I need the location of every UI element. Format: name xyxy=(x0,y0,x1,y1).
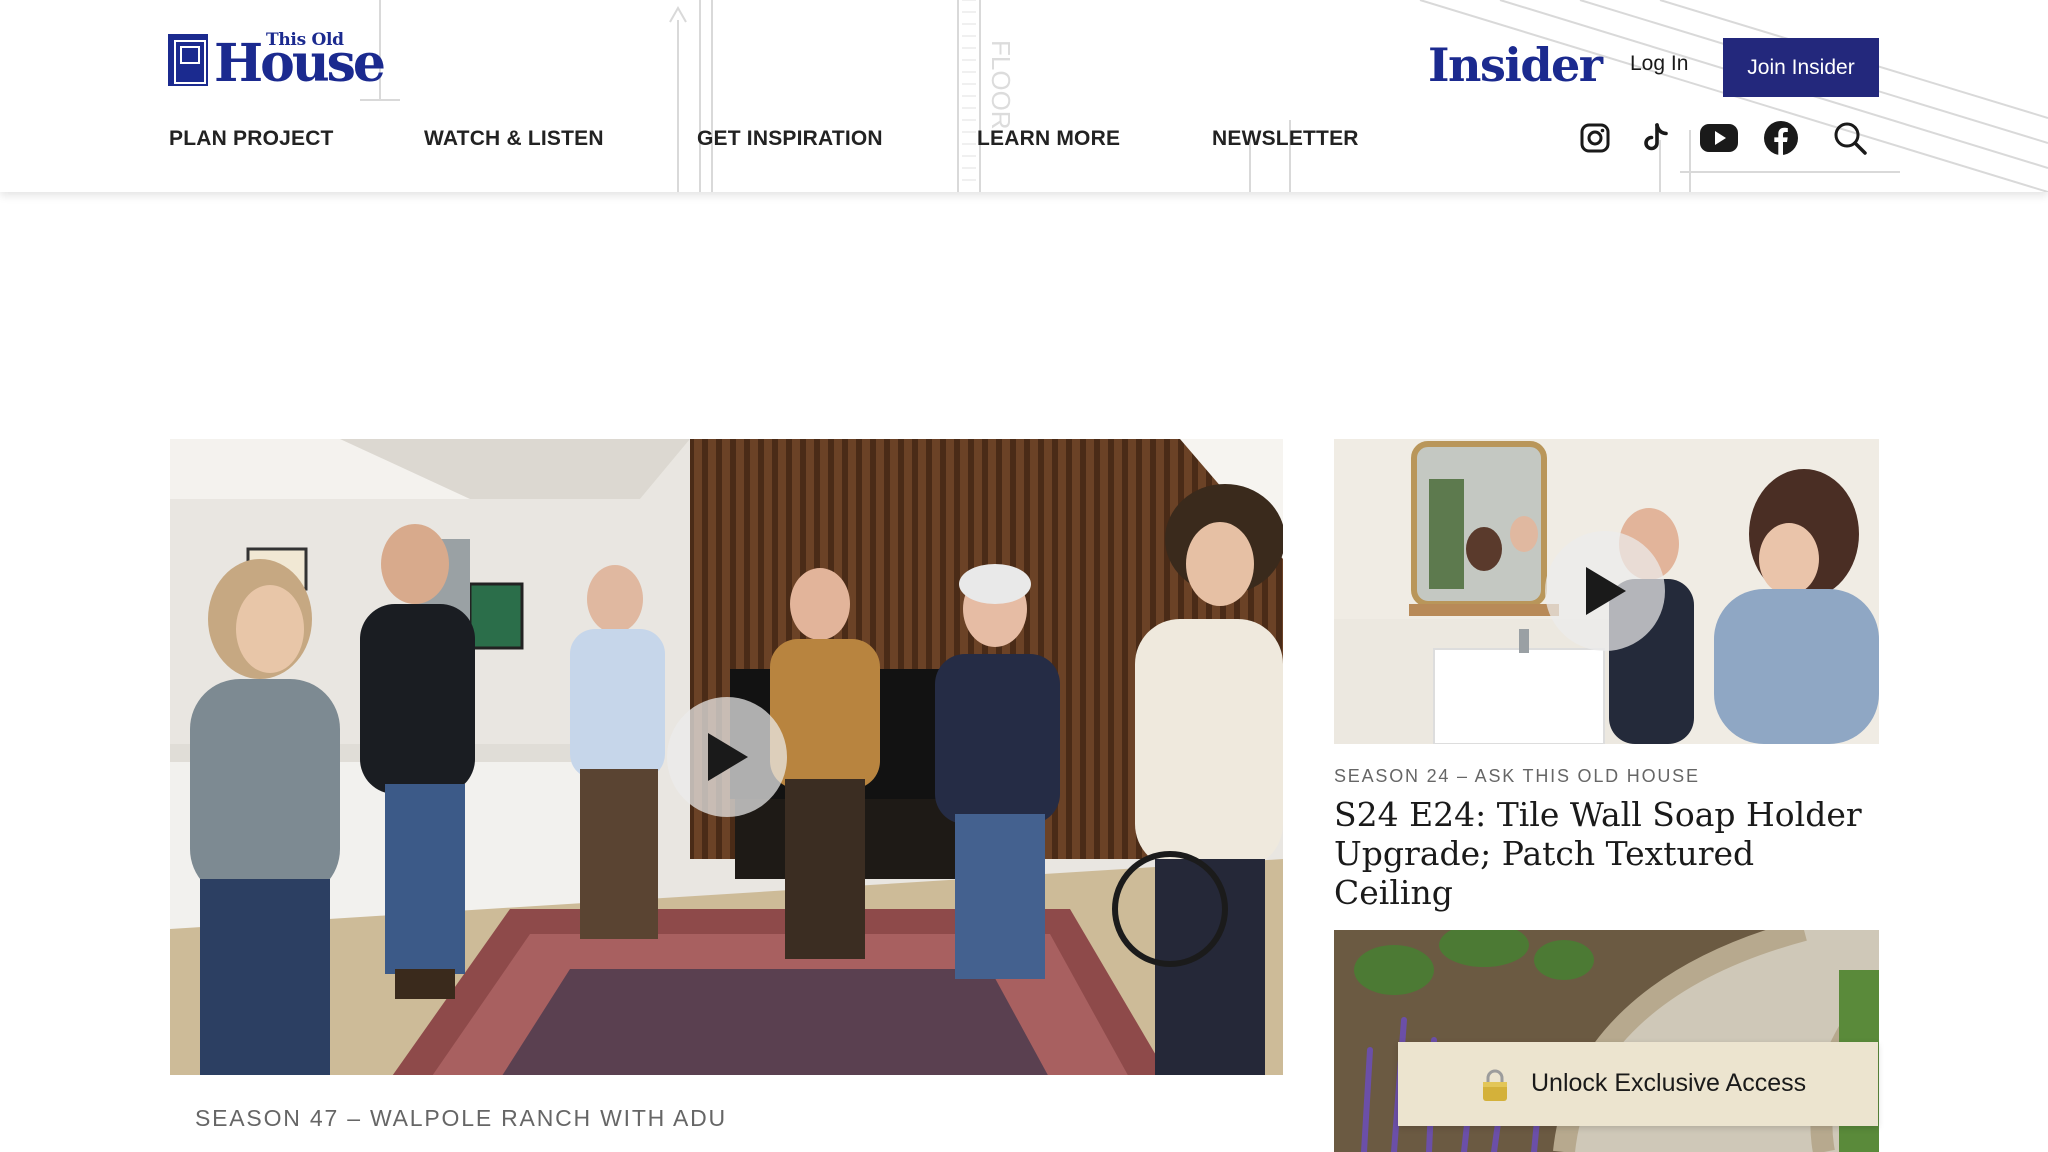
featured-play-button[interactable] xyxy=(667,697,787,817)
tiktok-icon[interactable] xyxy=(1637,118,1677,158)
nav-learn-more[interactable]: LEARN MORE xyxy=(977,127,1120,151)
featured-video-thumbnail[interactable] xyxy=(170,439,1283,1075)
side-video-thumbnail[interactable] xyxy=(1334,439,1879,744)
join-insider-button[interactable]: Join Insider xyxy=(1723,38,1879,97)
featured-eyebrow: SEASON 47 – WALPOLE RANCH WITH ADU xyxy=(195,1105,727,1131)
nav-newsletter[interactable]: NEWSLETTER xyxy=(1212,127,1359,151)
facebook-icon[interactable] xyxy=(1761,118,1801,158)
youtube-icon[interactable] xyxy=(1699,118,1739,158)
side-play-button[interactable] xyxy=(1545,531,1665,651)
logo-wordmark: This Old House xyxy=(214,30,412,92)
nav-plan-project[interactable]: PLAN PROJECT xyxy=(169,127,334,151)
site-header: FLOOR This Old House Insider Log In Join… xyxy=(0,0,2048,192)
header-content: This Old House Insider Log In Join Insid… xyxy=(0,0,2048,192)
instagram-icon[interactable] xyxy=(1575,118,1615,158)
nav-watch-listen[interactable]: WATCH & LISTEN xyxy=(424,127,604,151)
logo-line2: House xyxy=(214,33,386,94)
play-icon xyxy=(708,733,748,781)
unlock-label: Unlock Exclusive Access xyxy=(1531,1069,1807,1097)
search-icon[interactable] xyxy=(1830,118,1870,158)
lock-icon xyxy=(1483,1069,1507,1101)
side-eyebrow: SEASON 24 – ASK THIS OLD HOUSE xyxy=(1334,766,1700,786)
nav-get-inspiration[interactable]: GET INSPIRATION xyxy=(697,127,883,151)
play-icon xyxy=(1586,567,1626,615)
logo-door-icon xyxy=(168,34,208,86)
insider-logo[interactable]: Insider xyxy=(1428,38,1603,92)
unlock-access-button[interactable]: Unlock Exclusive Access xyxy=(1398,1042,1878,1126)
side-card-title[interactable]: S24 E24: Tile Wall Soap Holder Upgrade; … xyxy=(1334,795,1879,912)
login-link[interactable]: Log In xyxy=(1630,52,1688,76)
site-logo[interactable]: This Old House xyxy=(168,30,412,92)
